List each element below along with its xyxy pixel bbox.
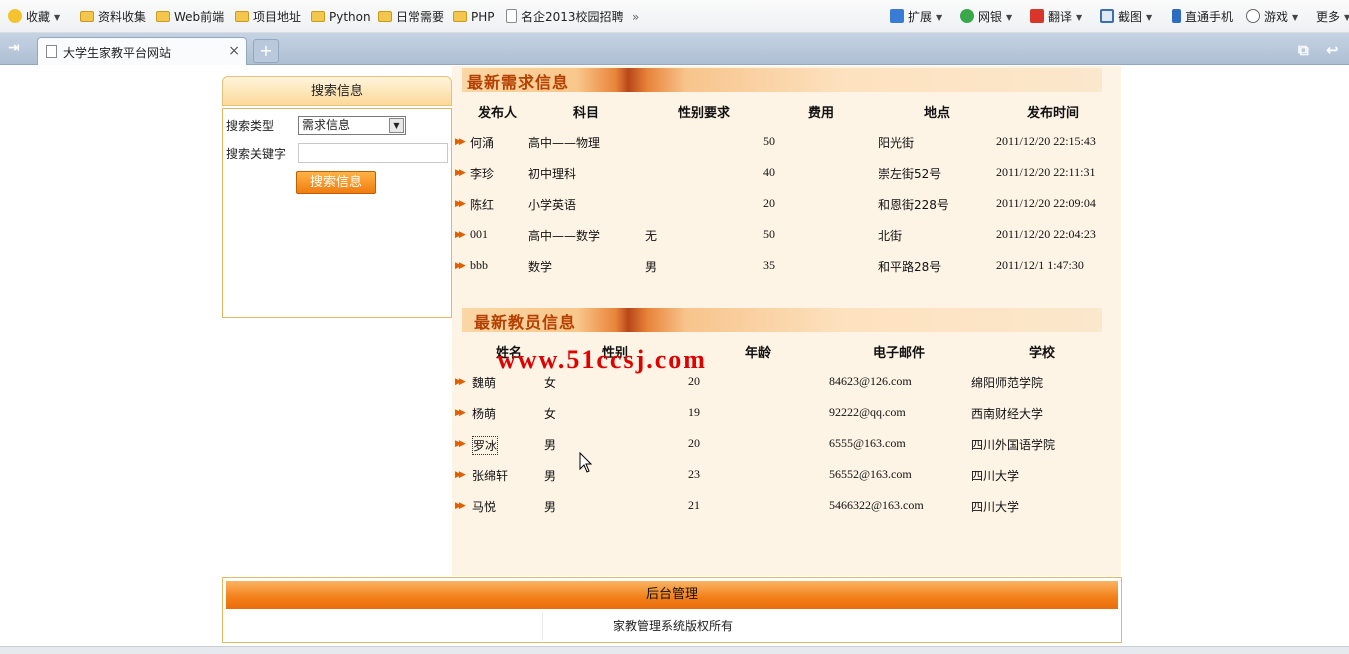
- phone-icon: [1172, 9, 1181, 23]
- watermark: www.51ccsj.com: [497, 345, 707, 374]
- bookmark-folder[interactable]: Web前端: [156, 8, 224, 26]
- folder-icon: [378, 11, 392, 22]
- bookmark-page[interactable]: 名企2013校园招聘: [506, 8, 624, 26]
- chevron-down-icon: ▼: [1076, 13, 1083, 22]
- demand-col-publisher: 发布人: [478, 106, 518, 121]
- table-row[interactable]: ▶▶ 陈红 小学英语 20 和恩街228号 2011/12/20 22:09:0…: [452, 196, 1121, 218]
- chevron-down-icon: ▼: [1146, 13, 1153, 22]
- page-icon: [46, 45, 57, 58]
- arrow-bullet-icon: ▶▶: [455, 501, 466, 511]
- table-row[interactable]: ▶▶ 马悦 男 21 5466322@163.com 四川大学: [452, 498, 1121, 520]
- folder-icon: [156, 11, 170, 22]
- search-panel: 搜索类型 需求信息 ▼ 搜索关键字 搜索信息: [222, 108, 452, 318]
- more-bookmarks-button[interactable]: »: [632, 8, 639, 26]
- teacher-col-school: 学校: [1029, 346, 1056, 361]
- arrow-bullet-icon: ▶▶: [455, 261, 466, 271]
- chevron-down-icon: ▼: [1292, 13, 1299, 22]
- demand-col-subject: 科目: [573, 106, 600, 121]
- arrow-bullet-icon: ▶▶: [455, 377, 466, 387]
- table-row[interactable]: ▶▶ 何涌 高中——物理 50 阳光街 2011/12/20 22:15:43: [452, 134, 1121, 156]
- search-button[interactable]: 搜索信息: [296, 171, 376, 194]
- folder-icon: [80, 11, 94, 22]
- arrow-bullet-icon: ▶▶: [455, 137, 466, 147]
- table-row[interactable]: ▶▶ 001 高中——数学 无 50 北街 2011/12/20 22:04:2…: [452, 227, 1121, 249]
- arrow-bullet-icon: ▶▶: [455, 168, 466, 178]
- demand-col-location: 地点: [924, 106, 951, 121]
- demand-section-title: 最新需求信息: [467, 73, 570, 92]
- tab-title: 大学生家教平台网站: [63, 46, 172, 60]
- toolbar-phone[interactable]: 直通手机: [1172, 8, 1233, 26]
- status-bar: [0, 646, 1349, 654]
- folder-icon: [453, 11, 467, 22]
- page-footer: 后台管理 家教管理系统版权所有: [222, 577, 1122, 643]
- bank-icon: [960, 9, 974, 23]
- arrow-bullet-icon: ▶▶: [455, 439, 466, 449]
- star-add-icon: [8, 9, 22, 23]
- toolbar-bank[interactable]: 网银 ▼: [960, 8, 1012, 26]
- search-keyword-input[interactable]: [298, 143, 448, 163]
- demand-col-time: 发布时间: [1027, 106, 1080, 121]
- chevron-down-icon: ▼: [54, 13, 61, 22]
- table-row[interactable]: ▶▶ bbb 数学 男 35 和平路28号 2011/12/1 1:47:30: [452, 258, 1121, 280]
- translate-icon: [1030, 9, 1044, 23]
- demand-col-gender: 性别要求: [678, 106, 731, 121]
- toolbar-games[interactable]: 游戏 ▼: [1246, 8, 1298, 26]
- table-row[interactable]: ▶▶ 李珍 初中理科 40 崇左街52号 2011/12/20 22:11:31: [452, 165, 1121, 187]
- chevron-down-icon: ▼: [936, 13, 943, 22]
- arrow-bullet-icon: ▶▶: [455, 470, 466, 480]
- folder-icon: [311, 11, 325, 22]
- close-icon[interactable]: ×: [228, 43, 240, 59]
- restore-tabs-icon[interactable]: ⧉: [1298, 41, 1309, 59]
- teacher-col-email: 电子邮件: [873, 346, 926, 361]
- bookmark-folder[interactable]: 日常需要: [378, 8, 444, 26]
- page-icon: [506, 9, 517, 23]
- tab-active[interactable]: 大学生家教平台网站 ×: [37, 37, 247, 65]
- search-type-label: 搜索类型: [226, 119, 275, 133]
- tab-bar: ⇥ 大学生家教平台网站 × + ⧉ ↩: [0, 33, 1349, 65]
- admin-link[interactable]: 后台管理: [226, 581, 1118, 609]
- table-row[interactable]: ▶▶ 杨萌 女 19 92222@qq.com 西南财经大学: [452, 405, 1121, 427]
- extensions-icon: [890, 9, 904, 23]
- demand-section-header: 最新需求信息: [462, 68, 1102, 92]
- toolbar-more[interactable]: 更多 ▼: [1316, 8, 1349, 26]
- teachers-section-header: 最新教员信息: [462, 308, 1102, 332]
- search-keyword-label: 搜索关键字: [226, 147, 287, 161]
- search-panel-title: 搜索信息: [222, 76, 452, 106]
- screenshot-icon: [1100, 9, 1114, 23]
- table-row[interactable]: ▶▶ 张绵轩 男 23 56552@163.com 四川大学: [452, 467, 1121, 489]
- mouse-cursor-icon: [579, 452, 593, 473]
- chevron-down-icon: ▼: [1344, 13, 1349, 22]
- toolbar-screenshot[interactable]: 截图 ▼: [1100, 8, 1152, 26]
- game-icon: [1246, 9, 1260, 23]
- main-content: 最新需求信息 发布人 科目 性别要求 费用 地点 发布时间 ▶▶ 何涌 高中——…: [452, 66, 1121, 576]
- demand-col-fee: 费用: [808, 106, 835, 121]
- chevron-down-icon: ▼: [389, 118, 404, 133]
- arrow-bullet-icon: ▶▶: [455, 199, 466, 209]
- back-arrow-icon[interactable]: ↩: [1326, 41, 1339, 59]
- bookmark-folder[interactable]: 项目地址: [235, 8, 301, 26]
- teachers-section-title: 最新教员信息: [474, 313, 577, 332]
- bookmarks-bar: 收藏 ▼ 资料收集 Web前端 项目地址 Python 日常需要 PHP 名企20…: [0, 0, 1349, 33]
- table-row[interactable]: ▶▶ 罗冰 男 20 6555@163.com 四川外国语学院: [452, 436, 1121, 458]
- bookmark-favorites[interactable]: 收藏 ▼: [8, 8, 60, 26]
- bookmark-folder[interactable]: Python: [311, 8, 371, 26]
- toolbar-extensions[interactable]: 扩展 ▼: [890, 8, 942, 26]
- search-type-select[interactable]: 需求信息 ▼: [298, 116, 406, 135]
- bookmark-folder[interactable]: 资料收集: [80, 8, 146, 26]
- toolbar-translate[interactable]: 翻译 ▼: [1030, 8, 1082, 26]
- copyright-text: 家教管理系统版权所有: [612, 619, 733, 633]
- sidebar-toggle-icon[interactable]: ⇥: [8, 41, 24, 55]
- chevron-down-icon: ▼: [1006, 13, 1013, 22]
- folder-icon: [235, 11, 249, 22]
- teacher-col-age: 年龄: [745, 346, 772, 361]
- bookmark-folder[interactable]: PHP: [453, 8, 495, 26]
- arrow-bullet-icon: ▶▶: [455, 408, 466, 418]
- table-row[interactable]: ▶▶ 魏萌 女 20 84623@126.com 绵阳师范学院: [452, 374, 1121, 396]
- arrow-bullet-icon: ▶▶: [455, 230, 466, 240]
- new-tab-button[interactable]: +: [253, 39, 279, 63]
